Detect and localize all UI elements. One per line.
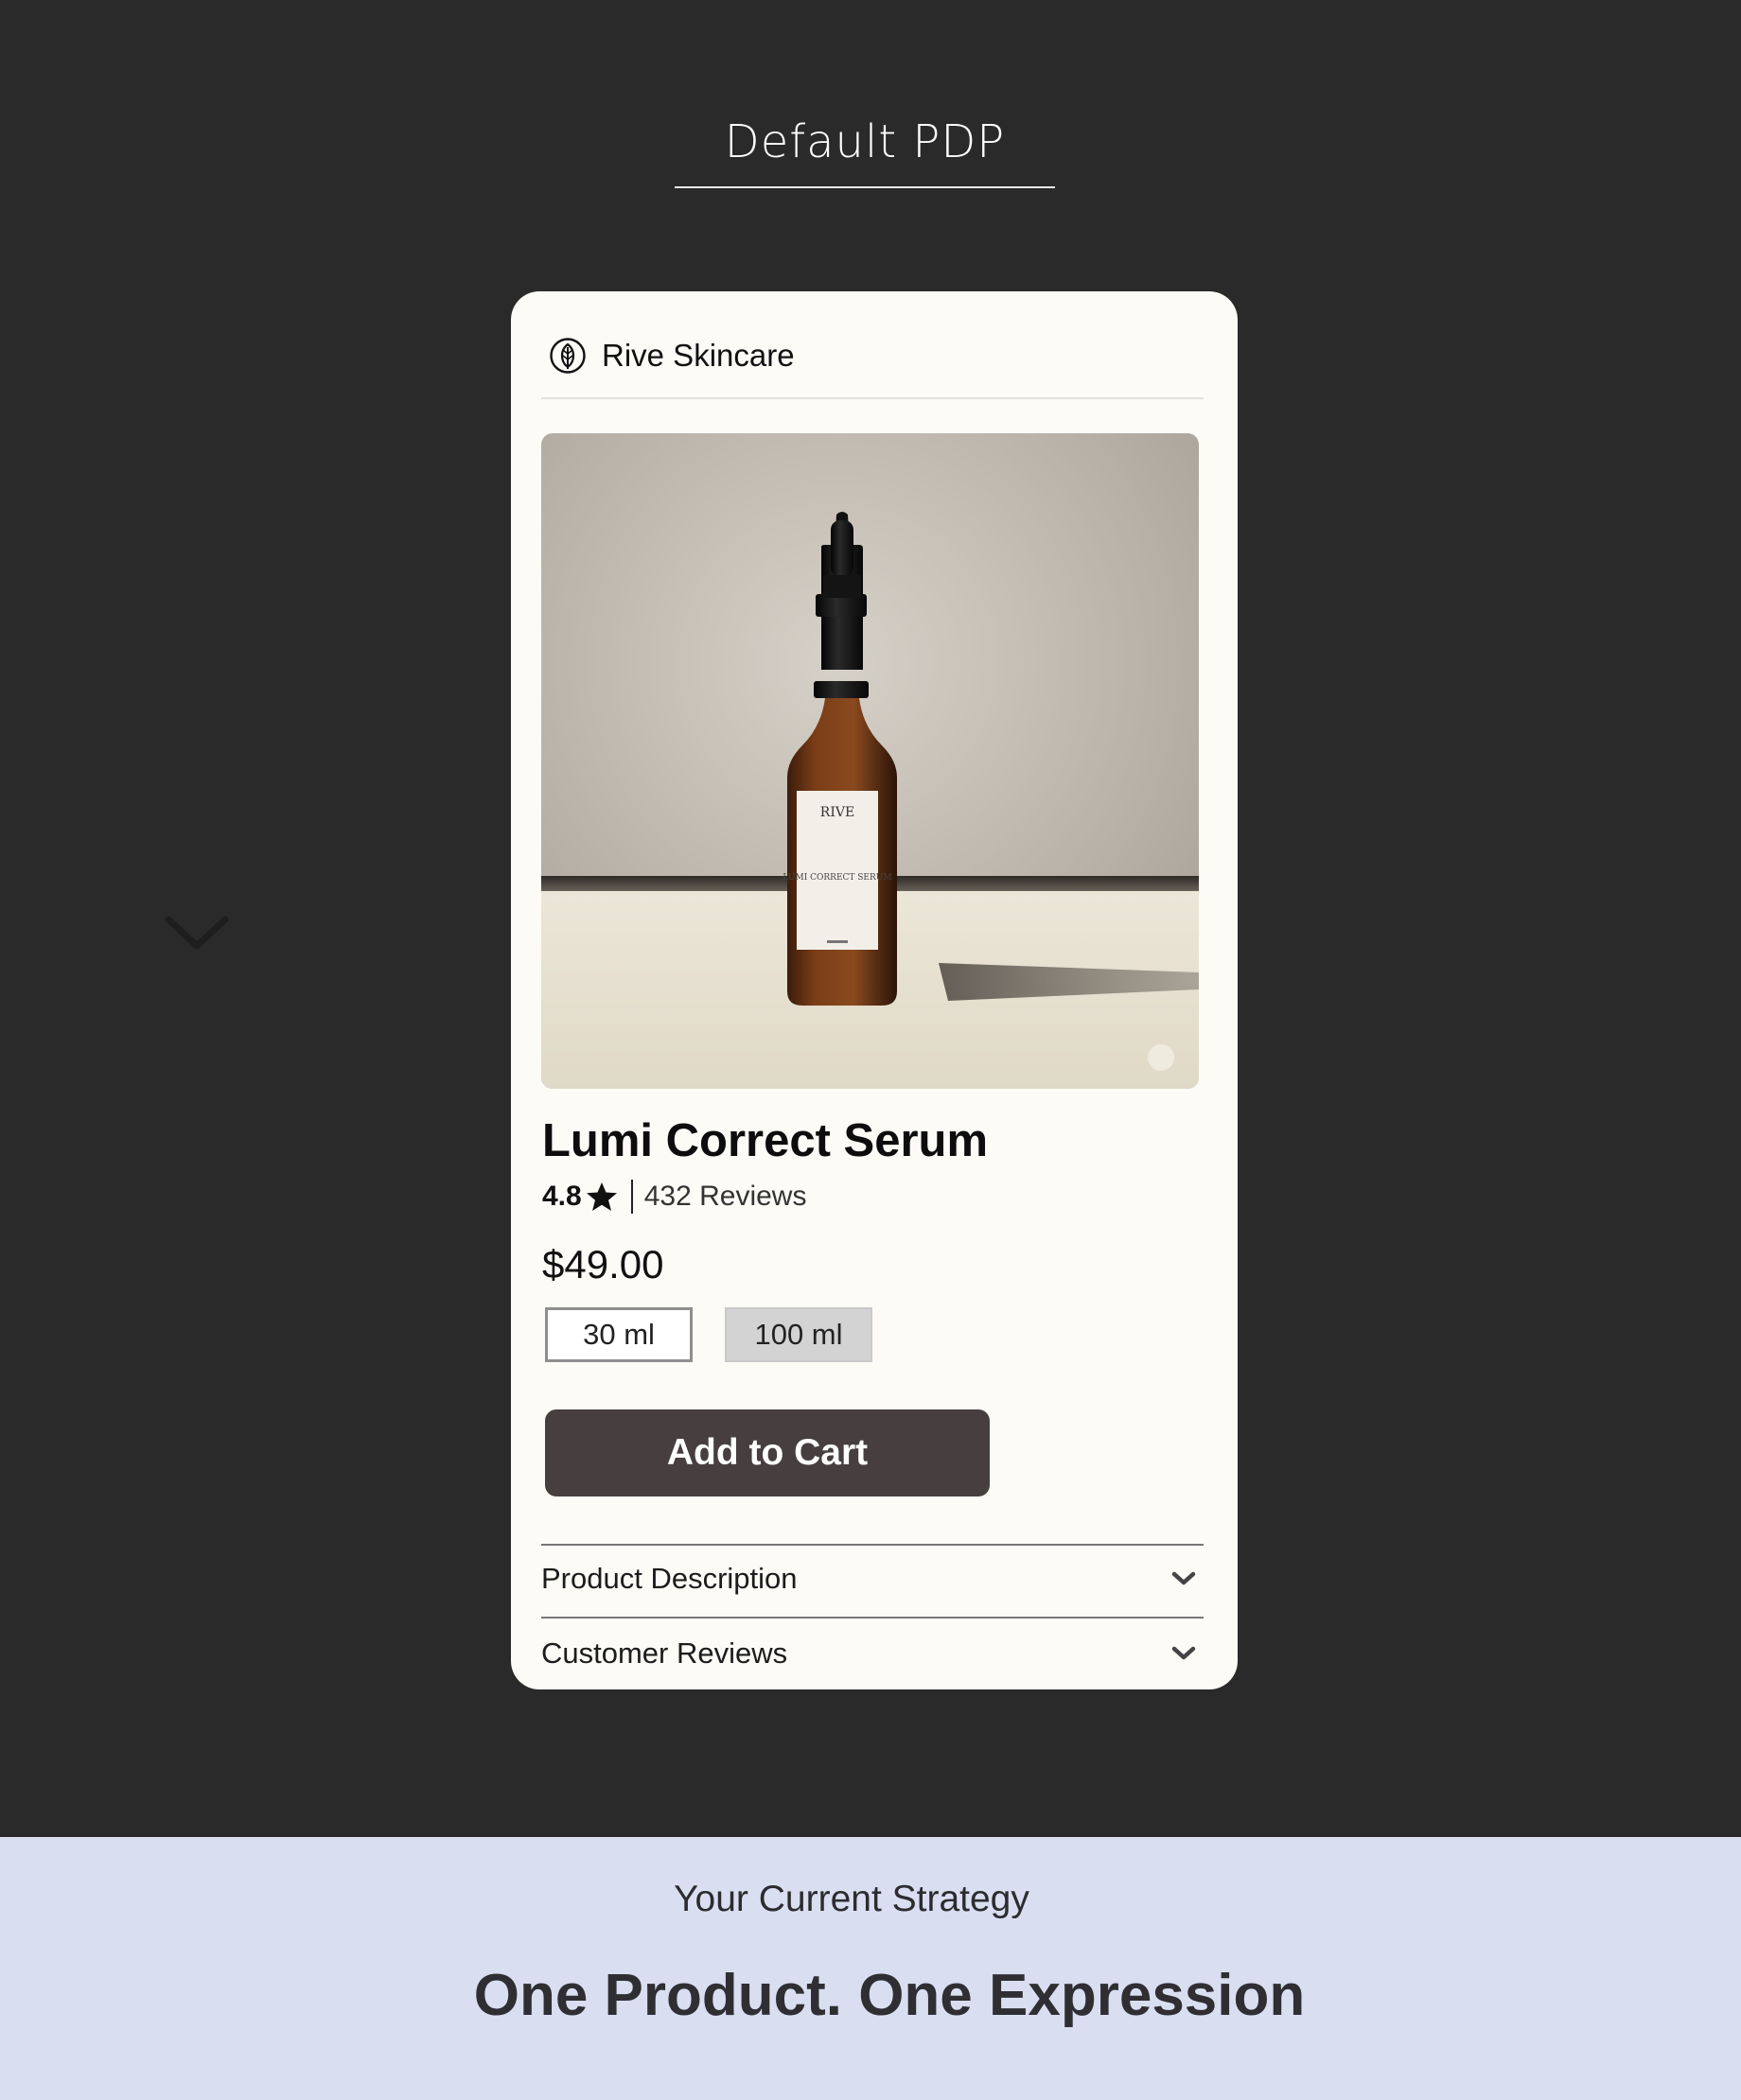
product-image[interactable]: RIVE LUMI CORRECT SERUM	[541, 433, 1199, 1089]
divider	[541, 397, 1204, 399]
star-icon	[586, 1182, 617, 1211]
tab-title[interactable]: Default PDP	[675, 106, 1055, 178]
strategy-headline: One Product. One Expression	[473, 1963, 1306, 2028]
tab-underline	[675, 186, 1055, 188]
brand-name: Rive Skincare	[602, 338, 795, 373]
rating-value: 4.8	[542, 1181, 582, 1212]
label-brand: RIVE	[820, 805, 854, 820]
accordion-customer-reviews[interactable]: Customer Reviews	[541, 1625, 1204, 1682]
brand-header[interactable]: Rive Skincare	[549, 335, 795, 376]
chevron-down-icon[interactable]	[1171, 1645, 1196, 1662]
product-title: Lumi Correct Serum	[542, 1115, 989, 1166]
strategy-label: Your Current Strategy	[674, 1879, 1029, 1919]
accordion-label: Product Description	[541, 1562, 798, 1595]
label-product: LUMI CORRECT SERUM	[783, 873, 891, 883]
reviews-count[interactable]: 432 Reviews	[644, 1181, 807, 1213]
strategy-banner: Your Current Strategy One Product. One E…	[0, 1837, 1741, 2100]
divider	[541, 1544, 1204, 1546]
product-card: Rive Skincare RIVE LUMI CORRECT SERUM Lu…	[511, 291, 1238, 1689]
size-option-30ml[interactable]: 30 ml	[545, 1307, 693, 1362]
accordion-label: Customer Reviews	[541, 1636, 788, 1670]
chevron-down-icon[interactable]	[1171, 1570, 1196, 1587]
size-option-100ml[interactable]: 100 ml	[725, 1307, 872, 1362]
chevron-down-icon[interactable]	[163, 912, 231, 954]
divider	[541, 1617, 1204, 1619]
accordion-product-description[interactable]: Product Description	[541, 1550, 1204, 1607]
rating-row[interactable]: 4.8 432 Reviews	[542, 1176, 806, 1217]
add-to-cart-button[interactable]: Add to Cart	[545, 1409, 990, 1496]
price: $49.00	[542, 1242, 664, 1286]
leaf-logo-icon	[550, 338, 586, 374]
rating-separator	[630, 1180, 633, 1214]
